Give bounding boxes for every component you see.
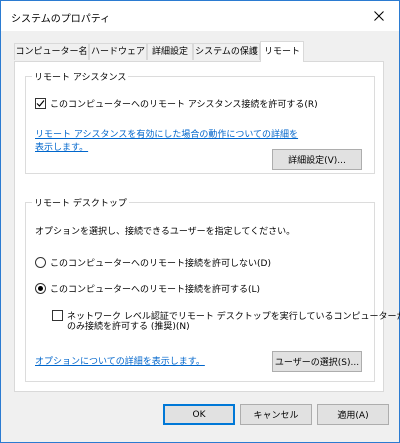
- nla-checkbox[interactable]: [52, 310, 63, 321]
- remote-desktop-group: リモート デスクトップ オプションを選択し、接続できるユーザーを指定してください…: [25, 196, 400, 382]
- deny-remote-connections-row[interactable]: このコンピューターへのリモート接続を許可しない(D): [35, 256, 271, 269]
- remote-assistance-group: リモート アシスタンス このコンピューターへのリモート アシスタンス接続を許可す…: [25, 70, 375, 174]
- apply-button[interactable]: 適用(A): [317, 404, 389, 425]
- tab-computer-name[interactable]: コンピューター名: [14, 43, 89, 60]
- close-button[interactable]: [359, 1, 399, 31]
- window-title: システムのプロパティ: [11, 14, 111, 25]
- allow-remote-connections-label: このコンピューターへのリモート接続を許可する(L): [50, 285, 261, 295]
- tab-system-protection[interactable]: システムの保護: [193, 43, 260, 60]
- tab-remote[interactable]: リモート: [260, 41, 304, 62]
- deny-remote-connections-radio[interactable]: [35, 257, 46, 268]
- title-bar: システムのプロパティ: [1, 1, 399, 31]
- checkmark-icon: [36, 100, 45, 107]
- advanced-settings-button[interactable]: 詳細設定(V)...: [272, 149, 362, 170]
- allow-remote-assistance-checkbox[interactable]: [35, 98, 46, 109]
- remote-desktop-help-link[interactable]: オプションについての詳細を表示します。: [35, 356, 205, 369]
- remote-desktop-instruction: オプションを選択し、接続できるユーザーを指定してください。: [35, 227, 296, 237]
- allow-remote-assistance-label: このコンピューターへのリモート アシスタンス接続を許可する(R): [50, 100, 318, 110]
- ok-button[interactable]: OK: [163, 404, 235, 425]
- cancel-button[interactable]: キャンセル: [240, 404, 312, 425]
- allow-remote-connections-row[interactable]: このコンピューターへのリモート接続を許可する(L): [35, 282, 260, 295]
- remote-assistance-info-link-line2[interactable]: 表示します。: [35, 142, 88, 155]
- system-properties-window: システムのプロパティ コンピューター名 ハードウェア 詳細設定 システムの保護 …: [0, 0, 400, 443]
- nla-label-line2: のみ接続を許可する (推奨)(N): [67, 322, 190, 332]
- select-users-button[interactable]: ユーザーの選択(S)...: [272, 351, 362, 372]
- tab-hardware[interactable]: ハードウェア: [89, 43, 147, 60]
- remote-tab-panel: リモート アシスタンス このコンピューターへのリモート アシスタンス接続を許可す…: [14, 61, 400, 392]
- remote-assistance-legend: リモート アシスタンス: [32, 70, 129, 83]
- remote-desktop-legend: リモート デスクトップ: [32, 196, 129, 209]
- remote-assistance-info-link-line1[interactable]: リモート アシスタンスを有効にした場合の動作についての詳細を: [35, 129, 298, 142]
- tab-advanced[interactable]: 詳細設定: [147, 43, 193, 60]
- close-icon: [374, 11, 384, 21]
- radio-selected-dot: [38, 286, 43, 291]
- deny-remote-connections-label: このコンピューターへのリモート接続を許可しない(D): [50, 259, 271, 269]
- allow-remote-assistance-row[interactable]: このコンピューターへのリモート アシスタンス接続を許可する(R): [35, 97, 318, 110]
- allow-remote-connections-radio[interactable]: [35, 283, 46, 294]
